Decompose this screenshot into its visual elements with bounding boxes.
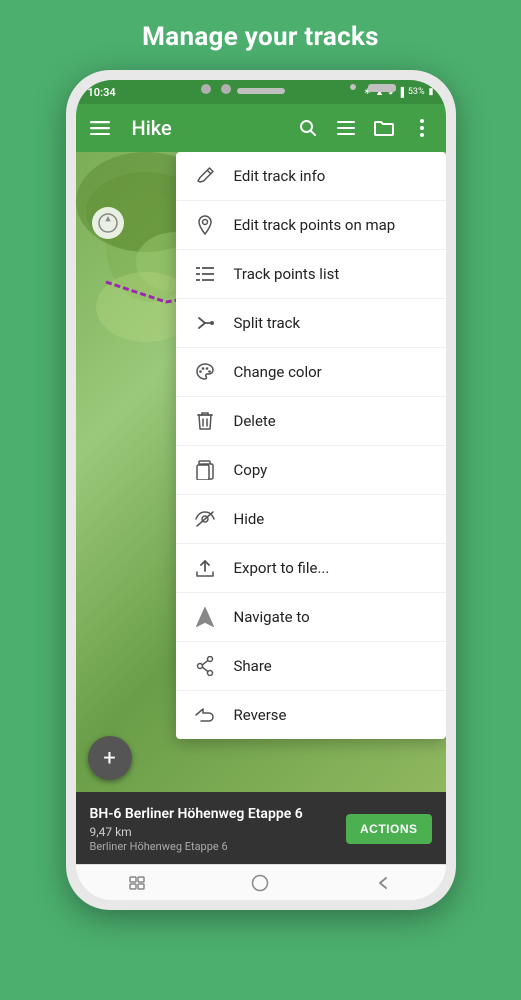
app-bar: Hike: [76, 104, 446, 152]
map-logo: [92, 207, 124, 239]
actions-button[interactable]: ACTIONS: [346, 814, 432, 844]
phone-frame: 10:34 ∗ ▲ ◕ ▐ 53% ▮ Hike: [66, 70, 456, 910]
menu-label-hide: Hide: [234, 510, 265, 528]
nav-home-icon[interactable]: [240, 865, 280, 900]
phone-speaker: [237, 88, 285, 94]
nav-bar: [76, 864, 446, 900]
phone-dot: [350, 84, 356, 90]
phone-screen: 10:34 ∗ ▲ ◕ ▐ 53% ▮ Hike: [76, 80, 446, 900]
list-view-button[interactable]: [334, 116, 358, 140]
bottom-panel: BH-6 Berliner Höhenweg Etappe 6 9,47 km …: [76, 792, 446, 864]
folder-button[interactable]: [372, 116, 396, 140]
menu-label-export: Export to file...: [234, 559, 330, 577]
menu-item-export[interactable]: Export to file...: [176, 544, 446, 593]
trash-icon: [194, 410, 216, 432]
menu-label-track-points-list: Track points list: [234, 265, 340, 283]
hamburger-menu-button[interactable]: [88, 116, 112, 140]
status-time: 10:34: [88, 86, 116, 99]
phone-camera-right: [221, 84, 231, 94]
menu-label-edit-track-points: Edit track points on map: [234, 216, 396, 234]
app-bar-title: Hike: [132, 116, 280, 140]
phone-camera-left: [201, 84, 211, 94]
hide-icon: [194, 508, 216, 530]
export-icon: [194, 557, 216, 579]
menu-item-change-color[interactable]: Change color: [176, 348, 446, 397]
menu-item-share[interactable]: Share: [176, 642, 446, 691]
navigate-icon: [194, 606, 216, 628]
phone-button: [368, 84, 396, 92]
track-name: BH-6 Berliner Höhenweg Etappe 6: [90, 805, 347, 823]
menu-label-edit-track-info: Edit track info: [234, 167, 326, 185]
battery-text: 53%: [408, 87, 425, 97]
share-icon: [194, 655, 216, 677]
page-title: Manage your tracks: [142, 22, 379, 52]
menu-label-copy: Copy: [234, 461, 268, 479]
list-icon: [194, 263, 216, 285]
menu-item-delete[interactable]: Delete: [176, 397, 446, 446]
palette-icon: [194, 361, 216, 383]
menu-item-copy[interactable]: Copy: [176, 446, 446, 495]
reverse-icon: [194, 704, 216, 726]
menu-item-split-track[interactable]: Split track: [176, 299, 446, 348]
menu-label-navigate-to: Navigate to: [234, 608, 310, 626]
app-bar-actions: [296, 116, 434, 140]
menu-item-edit-track-info[interactable]: Edit track info: [176, 152, 446, 201]
track-info: BH-6 Berliner Höhenweg Etappe 6 9,47 km …: [90, 805, 347, 853]
search-button[interactable]: [296, 116, 320, 140]
location-pin-icon: [194, 214, 216, 236]
track-subtitle: Berliner Höhenweg Etappe 6: [90, 840, 347, 853]
menu-item-navigate-to[interactable]: Navigate to: [176, 593, 446, 642]
menu-label-delete: Delete: [234, 412, 276, 430]
menu-item-hide[interactable]: Hide: [176, 495, 446, 544]
menu-label-split-track: Split track: [234, 314, 301, 332]
battery-icon: ▮: [429, 87, 434, 97]
menu-item-edit-track-points[interactable]: Edit track points on map: [176, 201, 446, 250]
menu-item-track-points-list[interactable]: Track points list: [176, 250, 446, 299]
more-options-button[interactable]: [410, 116, 434, 140]
track-distance: 9,47 km: [90, 825, 347, 839]
nav-back-icon[interactable]: [364, 865, 404, 900]
menu-label-change-color: Change color: [234, 363, 322, 381]
menu-label-reverse: Reverse: [234, 706, 287, 724]
signal-icon: ▐: [397, 87, 403, 98]
pencil-icon: [194, 165, 216, 187]
menu-item-reverse[interactable]: Reverse: [176, 691, 446, 739]
menu-label-share: Share: [234, 657, 272, 675]
copy-icon: [194, 459, 216, 481]
context-menu: Edit track info Edit track points on map: [176, 152, 446, 739]
nav-recent-apps-icon[interactable]: [117, 865, 157, 900]
map-area[interactable]: + Edit track info: [76, 152, 446, 792]
split-icon: [194, 312, 216, 334]
fab-button[interactable]: +: [88, 736, 132, 780]
